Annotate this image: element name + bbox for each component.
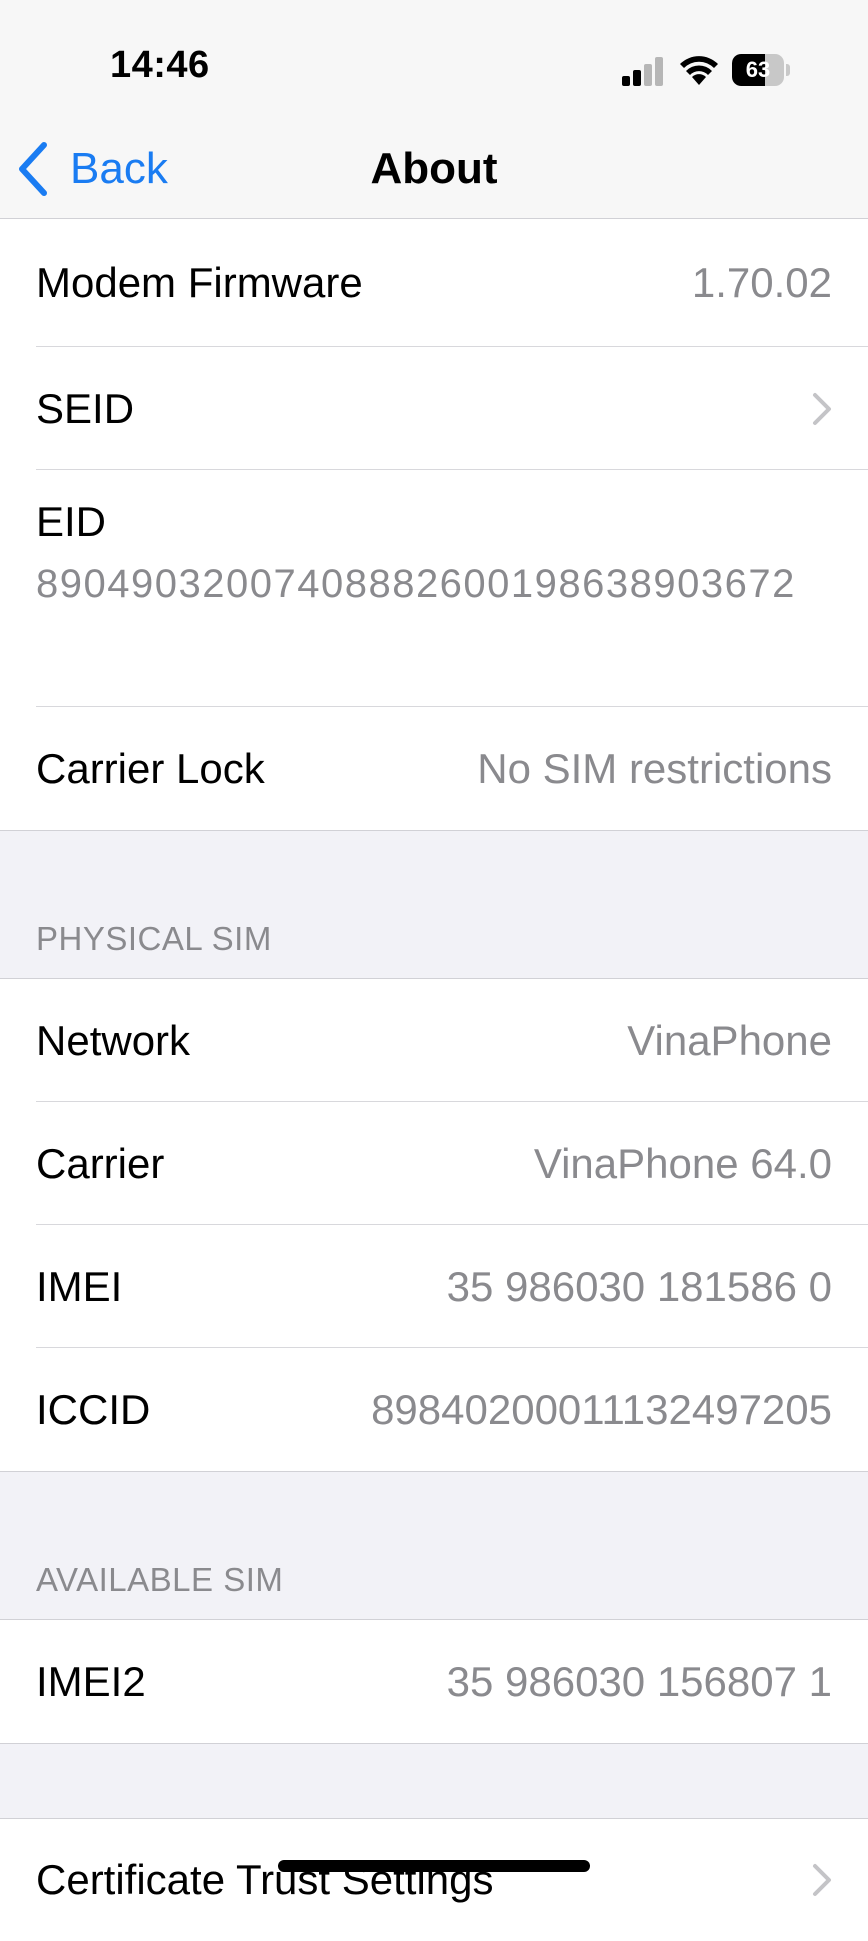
eid-row: EID 89049032007408882600198638903672	[0, 470, 868, 707]
page-title: About	[370, 144, 498, 193]
navigation-bar: Back About	[0, 120, 868, 219]
section-header-available-sim: AVAILABLE SIM	[0, 1472, 868, 1620]
row-value: 35 986030 181586 0	[446, 1262, 832, 1310]
eid-value: 89049032007408882600198638903672	[36, 562, 796, 606]
row-value: VinaPhone	[627, 1016, 832, 1064]
row-value: No SIM restrictions	[477, 744, 832, 792]
row-label: Carrier	[36, 1139, 165, 1187]
section-header-label: PHYSICAL SIM	[36, 920, 272, 957]
row-label: IMEI2	[36, 1657, 146, 1705]
battery-percent: 63	[745, 57, 771, 82]
row-value: 1.70.02	[691, 259, 832, 306]
device-info-group: Modem Firmware 1.70.02 SEID EID 89049032…	[0, 219, 868, 831]
row-label: Carrier Lock	[36, 744, 265, 792]
available-sim-group: IMEI2 35 986030 156807 1	[0, 1620, 868, 1744]
row-label: IMEI	[36, 1262, 123, 1310]
imei2-row: IMEI2 35 986030 156807 1	[0, 1620, 868, 1743]
network-row: Network VinaPhone	[0, 979, 868, 1102]
chevron-right-icon	[813, 392, 831, 425]
eid-label: EID	[36, 498, 107, 545]
cellular-signal-icon	[622, 56, 664, 86]
home-indicator[interactable]	[278, 1860, 590, 1872]
status-time: 14:46	[110, 44, 210, 86]
seid-row[interactable]: SEID	[0, 347, 868, 470]
physical-sim-group: Network VinaPhone Carrier VinaPhone 64.0…	[0, 979, 868, 1472]
certificate-trust-settings-row[interactable]: Certificate Trust Settings	[0, 1818, 868, 1941]
row-label: Modem Firmware	[36, 259, 363, 306]
imei-row: IMEI 35 986030 181586 0	[0, 1225, 868, 1348]
row-label: SEID	[36, 384, 135, 432]
row-value: VinaPhone 64.0	[533, 1139, 832, 1187]
carrier-row: Carrier VinaPhone 64.0	[0, 1102, 868, 1225]
section-header-physical-sim: PHYSICAL SIM	[0, 831, 868, 979]
iccid-row: ICCID 89840200011132497205	[0, 1348, 868, 1471]
wifi-icon	[680, 56, 718, 85]
battery-icon: 63	[732, 54, 790, 86]
row-value: 35 986030 156807 1	[446, 1657, 832, 1705]
row-label: ICCID	[36, 1385, 151, 1433]
carrier-lock-row: Carrier Lock No SIM restrictions	[0, 707, 868, 830]
settings-list: Modem Firmware 1.70.02 SEID EID 89049032…	[0, 219, 868, 1941]
certificate-group: Certificate Trust Settings	[0, 1818, 868, 1941]
modem-firmware-row: Modem Firmware 1.70.02	[0, 219, 868, 347]
row-value: 89840200011132497205	[371, 1385, 832, 1433]
row-label: Network	[36, 1016, 191, 1064]
section-spacer	[0, 1744, 868, 1818]
section-header-label: AVAILABLE SIM	[36, 1561, 284, 1598]
status-bar: 14:46 63	[0, 0, 868, 120]
chevron-right-icon	[813, 1864, 831, 1896]
